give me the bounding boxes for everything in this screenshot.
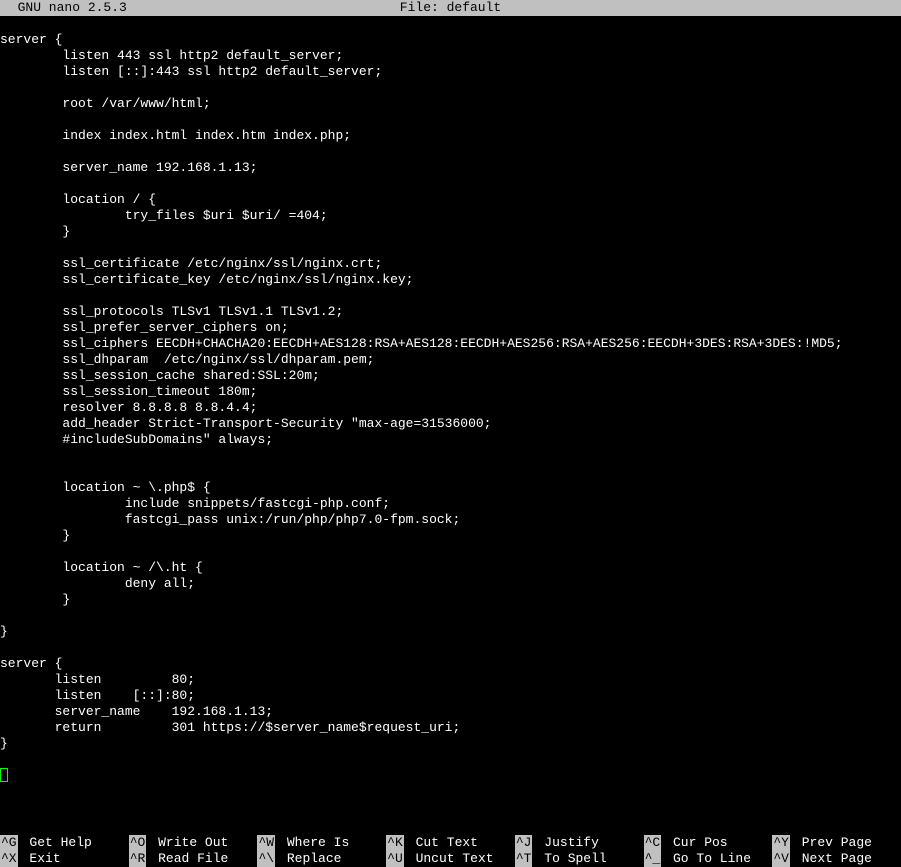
shortcut-key: ^K [386,835,404,851]
editor-line: ssl_session_cache shared:SSL:20m; [0,368,901,384]
shortcut-key: ^C [644,835,662,851]
editor-line [0,176,901,192]
editor-line: location ~ /\.ht { [0,560,901,576]
shortcut-key: ^T [515,851,533,867]
shortcut-key: ^_ [644,851,662,867]
shortcut-key: ^\ [257,851,275,867]
shortcut[interactable]: ^W Where Is [257,835,386,851]
shortcut[interactable]: ^O Write Out [129,835,258,851]
shortcut[interactable]: ^V Next Page [772,851,901,867]
shortcut[interactable]: ^\ Replace [257,851,386,867]
editor-line [0,240,901,256]
editor-line: server_name 192.168.1.13; [0,160,901,176]
editor-line [0,640,901,656]
shortcut[interactable]: ^K Cut Text [386,835,515,851]
editor-line: } [0,528,901,544]
editor-line: listen 80; [0,672,901,688]
shortcut-label: Cut Text [408,835,478,851]
shortcut-key: ^J [515,835,533,851]
editor-line: ssl_protocols TLSv1 TLSv1.1 TLSv1.2; [0,304,901,320]
editor-line: listen [::]:443 ssl http2 default_server… [0,64,901,80]
shortcut-bar: ^G Get Help^O Write Out^W Where Is^K Cut… [0,835,901,867]
shortcut[interactable]: ^C Cur Pos [644,835,773,851]
editor-line: index index.html index.htm index.php; [0,128,901,144]
editor-line [0,16,901,32]
shortcut-label: Cur Pos [665,835,727,851]
shortcut[interactable]: ^J Justify [515,835,644,851]
shortcut-label: Go To Line [665,851,751,867]
shortcut-label: Write Out [150,835,228,851]
shortcut-label: Uncut Text [408,851,494,867]
editor-line: listen 443 ssl http2 default_server; [0,48,901,64]
editor-line: ssl_prefer_server_ciphers on; [0,320,901,336]
shortcut-label: Justify [536,835,598,851]
editor-line [0,464,901,480]
editor-line [0,544,901,560]
editor-line: add_header Strict-Transport-Security "ma… [0,416,901,432]
shortcut-key: ^V [772,851,790,867]
editor-line: } [0,224,901,240]
editor-line [0,288,901,304]
editor-line: ssl_certificate /etc/nginx/ssl/nginx.crt… [0,256,901,272]
shortcut-key: ^O [129,835,147,851]
editor-line: listen [::]:80; [0,688,901,704]
editor-line: } [0,592,901,608]
shortcut-label: Read File [150,851,228,867]
editor-line: ssl_session_timeout 180m; [0,384,901,400]
shortcut-label: Get Help [22,835,92,851]
editor-line: resolver 8.8.8.8 8.8.4.4; [0,400,901,416]
editor-line: root /var/www/html; [0,96,901,112]
editor-line: ssl_dhparam /etc/nginx/ssl/dhparam.pem; [0,352,901,368]
shortcut[interactable]: ^G Get Help [0,835,129,851]
app-name: GNU nano 2.5.3 [0,0,127,16]
shortcut[interactable]: ^X Exit [0,851,129,867]
editor-line: try_files $uri $uri/ =404; [0,208,901,224]
editor-line [0,608,901,624]
shortcut-key: ^U [386,851,404,867]
shortcut[interactable]: ^U Uncut Text [386,851,515,867]
shortcut-key: ^G [0,835,18,851]
editor-area[interactable]: server { listen 443 ssl http2 default_se… [0,16,901,784]
editor-line [0,144,901,160]
shortcut-label: Prev Page [794,835,872,851]
cursor-line [0,768,901,784]
shortcut-label: To Spell [536,851,606,867]
editor-line [0,80,901,96]
editor-line: location / { [0,192,901,208]
cursor [0,768,8,782]
title-bar: GNU nano 2.5.3 File: default [0,0,901,16]
editor-line: ssl_certificate_key /etc/nginx/ssl/nginx… [0,272,901,288]
editor-line: #includeSubDomains" always; [0,432,901,448]
shortcut[interactable]: ^R Read File [129,851,258,867]
editor-line: } [0,624,901,640]
shortcut-label: Replace [279,851,341,867]
editor-line: return 301 https://$server_name$request_… [0,720,901,736]
editor-line: server { [0,32,901,48]
editor-line: server { [0,656,901,672]
shortcut-label: Where Is [279,835,349,851]
shortcut-label: Exit [22,851,61,867]
editor-line: location ~ \.php$ { [0,480,901,496]
shortcut[interactable]: ^Y Prev Page [772,835,901,851]
editor-line [0,448,901,464]
shortcut-key: ^W [257,835,275,851]
editor-line: include snippets/fastcgi-php.conf; [0,496,901,512]
shortcut-label: Next Page [794,851,872,867]
editor-line: server_name 192.168.1.13; [0,704,901,720]
shortcut-key: ^Y [772,835,790,851]
shortcut-key: ^R [129,851,147,867]
editor-line: fastcgi_pass unix:/run/php/php7.0-fpm.so… [0,512,901,528]
shortcut-key: ^X [0,851,18,867]
editor-line: ssl_ciphers EECDH+CHACHA20:EECDH+AES128:… [0,336,901,352]
shortcut[interactable]: ^_ Go To Line [644,851,773,867]
editor-line [0,112,901,128]
shortcut[interactable]: ^T To Spell [515,851,644,867]
editor-line: } [0,736,901,752]
editor-line [0,752,901,768]
editor-line: deny all; [0,576,901,592]
file-name: File: default [400,0,501,16]
